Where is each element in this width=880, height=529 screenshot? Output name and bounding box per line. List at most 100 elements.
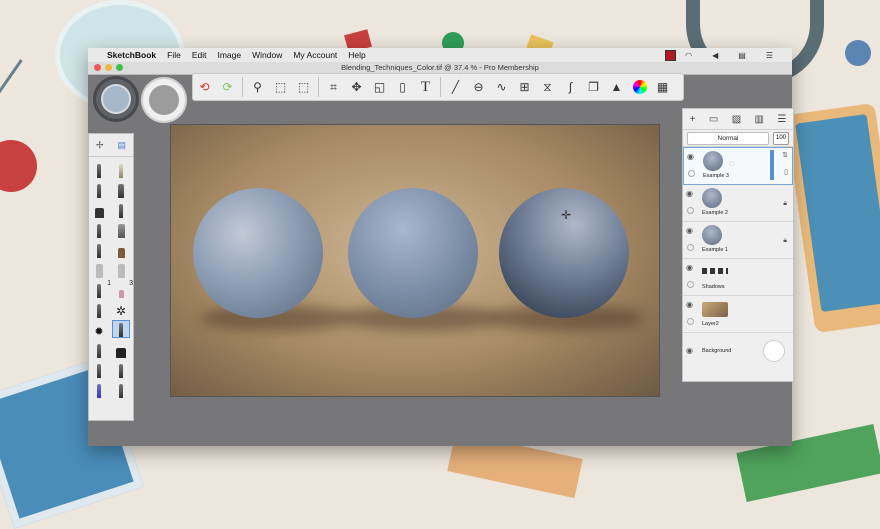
curve-icon[interactable]: ∿ xyxy=(492,77,512,97)
layer-menu-icon[interactable]: ☰ xyxy=(777,114,786,125)
zoom-icon[interactable]: ⚲ xyxy=(248,77,268,97)
blend-mode-select[interactable]: Normal xyxy=(687,131,769,145)
brush-item[interactable] xyxy=(112,260,130,278)
brush-item[interactable] xyxy=(90,300,108,318)
record-indicator-icon[interactable] xyxy=(665,49,677,61)
brush-item[interactable] xyxy=(90,180,108,198)
volume-icon[interactable]: ◀ xyxy=(712,51,718,60)
select-icon[interactable]: ⬚ xyxy=(271,77,291,97)
visibility-eye-icon[interactable]: ◉ xyxy=(686,300,693,309)
undo-icon[interactable]: ⟲ xyxy=(195,77,215,97)
brush-palette-icon[interactable]: ▲ xyxy=(607,77,627,97)
brush-item[interactable]: 1 xyxy=(90,280,111,298)
brush-size-preview xyxy=(101,84,131,114)
brush-grid: 1 3 ✲ ✹ xyxy=(89,157,133,401)
opacity-puck[interactable] xyxy=(141,77,187,123)
copy-icon[interactable]: ❐ xyxy=(584,77,604,97)
transform-icon[interactable]: ⬚ xyxy=(294,77,314,97)
brush-item[interactable] xyxy=(112,340,130,358)
layer-row-example-3[interactable]: ◉ ◌ Example 3 ⇅ ▯ xyxy=(683,147,793,185)
brush-item[interactable] xyxy=(112,360,130,378)
text-icon[interactable]: T xyxy=(416,77,436,97)
lock-icon[interactable]: 🔒︎ xyxy=(783,200,787,208)
brush-item[interactable] xyxy=(112,180,130,198)
layer-row-example-1[interactable]: ◉ Example 1 🔒︎ xyxy=(683,222,793,259)
layer-alpha-lock-icon[interactable] xyxy=(688,170,695,177)
menu-extra-icon[interactable]: ▤ xyxy=(738,51,746,60)
zoom-window-icon[interactable] xyxy=(116,64,123,71)
layer-row-background[interactable]: ◉ Background xyxy=(683,333,793,369)
add-layer-icon[interactable]: + xyxy=(690,114,696,125)
brush-item-selected[interactable] xyxy=(112,320,130,338)
brush-item[interactable] xyxy=(112,220,130,238)
brush-settings-icon[interactable]: ✢ xyxy=(96,140,104,151)
add-image-icon[interactable]: ▨ xyxy=(732,114,741,125)
brush-item[interactable] xyxy=(90,360,108,378)
crop-icon[interactable]: ⌗ xyxy=(324,77,344,97)
menu-help[interactable]: Help xyxy=(348,50,365,60)
menu-my-account[interactable]: My Account xyxy=(293,50,337,60)
layer-name: Example 1 xyxy=(702,247,728,253)
brush-item[interactable]: 3 xyxy=(112,280,133,298)
brush-item[interactable]: ✹ xyxy=(90,320,108,338)
background-color-swatch[interactable] xyxy=(763,340,785,362)
brush-item[interactable] xyxy=(112,380,130,398)
brush-item[interactable] xyxy=(90,260,108,278)
redo-icon[interactable]: ⟳ xyxy=(218,77,238,97)
brush-item[interactable] xyxy=(112,240,130,258)
visibility-eye-icon[interactable]: ◉ xyxy=(687,152,694,161)
minimize-window-icon[interactable] xyxy=(105,64,112,71)
brush-library-icon[interactable]: ▤ xyxy=(118,140,127,151)
move-icon[interactable]: ✥ xyxy=(347,77,367,97)
brush-item[interactable] xyxy=(90,340,108,358)
wifi-icon[interactable]: ◠ xyxy=(685,51,692,60)
ellipse-icon[interactable]: ⊖ xyxy=(469,77,489,97)
layer-row-shadows[interactable]: ◉ Shadows xyxy=(683,259,793,296)
menu-sketchbook[interactable]: SketchBook xyxy=(107,50,156,60)
color-wheel-icon[interactable] xyxy=(630,77,650,97)
main-toolbar: ⟲ ⟳ ⚲ ⬚ ⬚ ⌗ ✥ ◱ ▯ T ╱ ⊖ ∿ ⊞ ⧖ ∫ ❐ ▲ ▦ xyxy=(192,73,684,101)
brush-size-puck[interactable] xyxy=(93,76,139,122)
layer-alpha-lock-icon[interactable] xyxy=(687,207,694,214)
visibility-eye-icon[interactable]: ◉ xyxy=(686,226,693,235)
menu-image[interactable]: Image xyxy=(217,50,241,60)
lock-icon[interactable]: 🔒︎ xyxy=(783,237,787,245)
layer-row-layer2[interactable]: ◉ Layer2 xyxy=(683,296,793,333)
visibility-eye-icon[interactable]: ◉ xyxy=(686,346,693,355)
visibility-eye-icon[interactable]: ◉ xyxy=(686,263,693,272)
brush-item[interactable]: ✲ xyxy=(112,300,130,318)
drawing-canvas[interactable]: ✛ xyxy=(170,124,660,397)
fill-icon[interactable]: ▯ xyxy=(393,77,413,97)
symmetry-icon[interactable]: ⧖ xyxy=(538,77,558,97)
visibility-eye-icon[interactable]: ◉ xyxy=(686,189,693,198)
layer-alpha-lock-icon[interactable] xyxy=(687,281,694,288)
layer-blend-icon[interactable]: ▥ xyxy=(755,114,764,125)
brush-item[interactable] xyxy=(90,200,108,218)
line-decoration xyxy=(0,59,23,217)
brush-item[interactable] xyxy=(90,220,108,238)
brush-item[interactable] xyxy=(90,160,108,178)
menu-window[interactable]: Window xyxy=(252,50,282,60)
blue-ball-decoration xyxy=(845,40,871,66)
brush-superscript: 1 xyxy=(107,280,111,287)
layer-opacity-field[interactable]: 100 xyxy=(773,131,789,145)
add-group-icon[interactable]: ▭ xyxy=(709,114,718,125)
layer-alpha-lock-icon[interactable] xyxy=(687,244,694,251)
brush-item[interactable] xyxy=(112,200,130,218)
menu-edit[interactable]: Edit xyxy=(192,50,207,60)
layer-move-icon[interactable]: ⇅ xyxy=(782,151,788,159)
layer-alpha-lock-icon[interactable] xyxy=(687,318,694,325)
ruler-icon[interactable]: ╱ xyxy=(446,77,466,97)
close-window-icon[interactable] xyxy=(94,64,101,71)
menu-file[interactable]: File xyxy=(167,50,181,60)
layer-row-example-2[interactable]: ◉ Example 2 🔒︎ xyxy=(683,185,793,222)
trash-icon[interactable]: ▯ xyxy=(784,168,788,176)
distort-icon[interactable]: ◱ xyxy=(370,77,390,97)
stroke-icon[interactable]: ∫ xyxy=(561,77,581,97)
layer-grid-icon[interactable]: ▦ xyxy=(653,77,673,97)
notification-list-icon[interactable]: ☰ xyxy=(766,51,773,60)
perspective-icon[interactable]: ⊞ xyxy=(515,77,535,97)
brush-item[interactable] xyxy=(90,240,108,258)
brush-item[interactable] xyxy=(90,380,108,398)
brush-item[interactable] xyxy=(112,160,130,178)
